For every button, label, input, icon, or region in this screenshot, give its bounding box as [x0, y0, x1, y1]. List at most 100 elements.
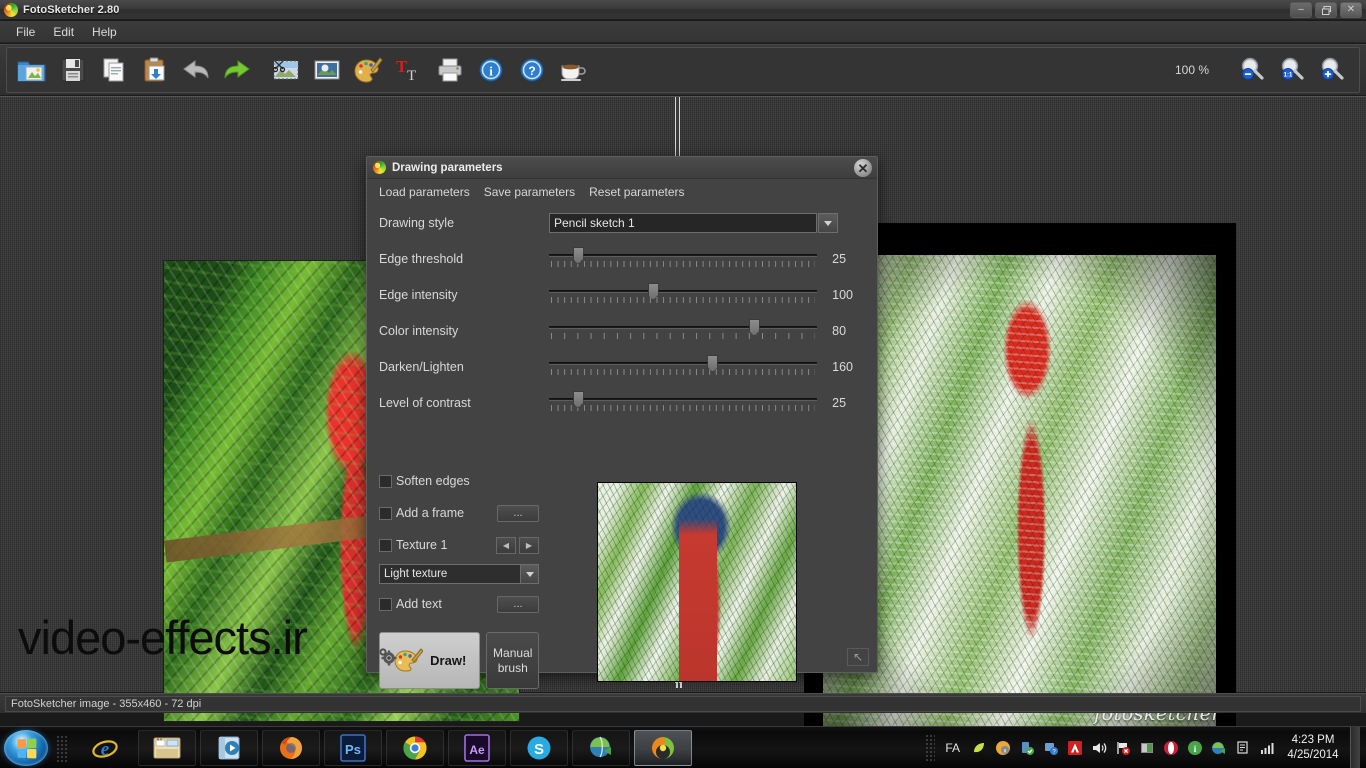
dialog-resize-grip[interactable]: ↖ — [847, 648, 869, 666]
svg-text:Ae: Ae — [469, 743, 485, 757]
edge-threshold-slider[interactable] — [549, 246, 817, 272]
add-frame-options-button[interactable]: ... — [497, 504, 539, 522]
zoom-in-button[interactable] — [1313, 51, 1351, 89]
svg-text:i: i — [489, 64, 493, 79]
darken-lighten-label: Darken/Lighten — [379, 360, 464, 374]
tray-flag-action-center-icon[interactable] — [1114, 739, 1132, 757]
info-button[interactable]: i — [472, 51, 510, 89]
dialog-titlebar: Drawing parameters ✕ — [367, 157, 877, 179]
taskbar-fotosketcher[interactable] — [634, 730, 692, 766]
drawing-parameters-button[interactable] — [349, 51, 387, 89]
help-button[interactable]: ? — [513, 51, 551, 89]
menubar: File Edit Help — [0, 21, 1366, 43]
restore-button[interactable] — [1315, 2, 1337, 18]
load-parameters-menu[interactable]: Load parameters — [379, 185, 470, 199]
taskbar-file-explorer[interactable] — [138, 730, 196, 766]
show-desktop-button[interactable] — [1350, 727, 1360, 768]
clock[interactable]: 4:23 PM 4/25/2014 — [1282, 733, 1344, 763]
drawing-parameters-dialog[interactable]: Drawing parameters ✕ Load parameters Sav… — [366, 156, 878, 689]
window-controls: – ✕ — [1290, 2, 1362, 18]
crop-button[interactable] — [267, 51, 305, 89]
taskbar-after-effects[interactable]: Ae — [448, 730, 506, 766]
drawing-style-value: Pencil sketch 1 — [554, 216, 635, 230]
start-button[interactable] — [4, 730, 48, 766]
drawing-style-row: Drawing style Pencil sketch 1 — [379, 205, 865, 241]
tray-idm-icon[interactable] — [1210, 739, 1228, 757]
copy-button[interactable] — [95, 51, 133, 89]
drawing-style-select[interactable]: Pencil sketch 1 — [549, 213, 838, 233]
save-parameters-menu[interactable]: Save parameters — [484, 185, 575, 199]
system-tray: FA x ? i 4:23 PM 4/25/2014 — [925, 727, 1366, 768]
menu-help[interactable]: Help — [83, 23, 126, 41]
tray-network-icon[interactable]: ? — [1042, 739, 1060, 757]
add-text-checkbox[interactable] — [379, 597, 392, 611]
edge-threshold-label: Edge threshold — [379, 252, 464, 266]
texture-next-button[interactable]: ▶ — [519, 536, 539, 554]
tray-antivirus-icon[interactable]: x — [994, 739, 1012, 757]
undo-button[interactable] — [177, 51, 215, 89]
tray-printer-icon[interactable] — [1234, 739, 1252, 757]
texture-label: Texture 1 — [396, 538, 448, 552]
tray-usb-safely-remove-icon[interactable] — [1018, 739, 1036, 757]
taskbar-internet-explorer[interactable]: e — [76, 730, 134, 766]
tray-signal-icon[interactable] — [1258, 739, 1276, 757]
drawing-style-label: Drawing style — [379, 216, 455, 230]
minimize-button[interactable]: – — [1290, 2, 1312, 18]
dialog-close-button[interactable]: ✕ — [854, 159, 872, 177]
edge-threshold-row: Edge threshold 25 — [379, 241, 865, 277]
svg-text:x: x — [1004, 749, 1007, 755]
tray-leaf-icon[interactable] — [970, 739, 988, 757]
fotosketcher-logo-icon — [4, 2, 18, 17]
add-frame-row: Add a frame ... — [379, 497, 539, 529]
texture-type-value: Light texture — [384, 568, 448, 580]
texture-prev-button[interactable]: ◀ — [496, 536, 516, 554]
taskbar-media-player[interactable] — [200, 730, 258, 766]
taskbar-skype[interactable]: S — [510, 730, 568, 766]
edge-intensity-slider[interactable] — [549, 282, 817, 308]
donate-button[interactable] — [554, 51, 592, 89]
menu-file[interactable]: File — [7, 23, 44, 41]
site-watermark: video-effects.ir — [18, 611, 308, 664]
level-of-contrast-value: 25 — [832, 396, 847, 410]
menu-edit[interactable]: Edit — [44, 23, 83, 41]
tray-adobe-icon[interactable] — [1066, 739, 1084, 757]
tray-info-icon[interactable]: i — [1186, 739, 1204, 757]
add-text-options-button[interactable]: ... — [497, 595, 539, 613]
zoom-out-button[interactable] — [1233, 51, 1271, 89]
tray-opera-icon[interactable] — [1162, 739, 1180, 757]
level-of-contrast-slider[interactable] — [549, 390, 817, 416]
tray-volume-icon[interactable] — [1090, 739, 1108, 757]
texture-checkbox[interactable] — [379, 538, 392, 552]
add-frame-checkbox[interactable] — [379, 506, 392, 520]
texture-type-select[interactable]: Light texture — [379, 564, 539, 584]
reset-parameters-menu[interactable]: Reset parameters — [589, 185, 684, 199]
add-text-button[interactable]: T T — [390, 51, 428, 89]
chevron-down-icon[interactable] — [818, 213, 838, 233]
dialog-footer: ↖ — [367, 638, 877, 672]
darken-lighten-row: Darken/Lighten 160 — [379, 349, 865, 385]
save-image-button[interactable] — [54, 51, 92, 89]
svg-text:1:1: 1:1 — [1284, 73, 1293, 79]
language-indicator[interactable]: FA — [941, 741, 964, 755]
open-image-button[interactable] — [13, 51, 51, 89]
taskbar-photoshop[interactable]: Ps — [324, 730, 382, 766]
color-intensity-slider[interactable] — [549, 318, 817, 344]
paste-button[interactable] — [136, 51, 174, 89]
tray-display-icon[interactable] — [1138, 739, 1156, 757]
taskbar-firefox[interactable] — [262, 730, 320, 766]
redo-button[interactable] — [218, 51, 256, 89]
settings-gear-icon[interactable] — [377, 645, 399, 667]
print-button[interactable] — [431, 51, 469, 89]
taskbar-download-manager[interactable] — [572, 730, 630, 766]
darken-lighten-slider[interactable] — [549, 354, 817, 380]
chevron-down-icon[interactable] — [520, 565, 538, 583]
close-button[interactable]: ✕ — [1340, 2, 1362, 18]
soften-edges-checkbox[interactable] — [379, 474, 392, 488]
taskbar-chrome[interactable] — [386, 730, 444, 766]
edge-intensity-row: Edge intensity 100 — [379, 277, 865, 313]
darken-lighten-value: 160 — [832, 360, 853, 374]
taskbar: e Ps Ae S FA x ? i 4:23 PM 4/25/2014 — [0, 726, 1366, 768]
resize-button[interactable] — [308, 51, 346, 89]
zoom-actual-size-button[interactable]: 1:1 — [1273, 51, 1311, 89]
add-text-row: Add text ... — [379, 588, 539, 620]
